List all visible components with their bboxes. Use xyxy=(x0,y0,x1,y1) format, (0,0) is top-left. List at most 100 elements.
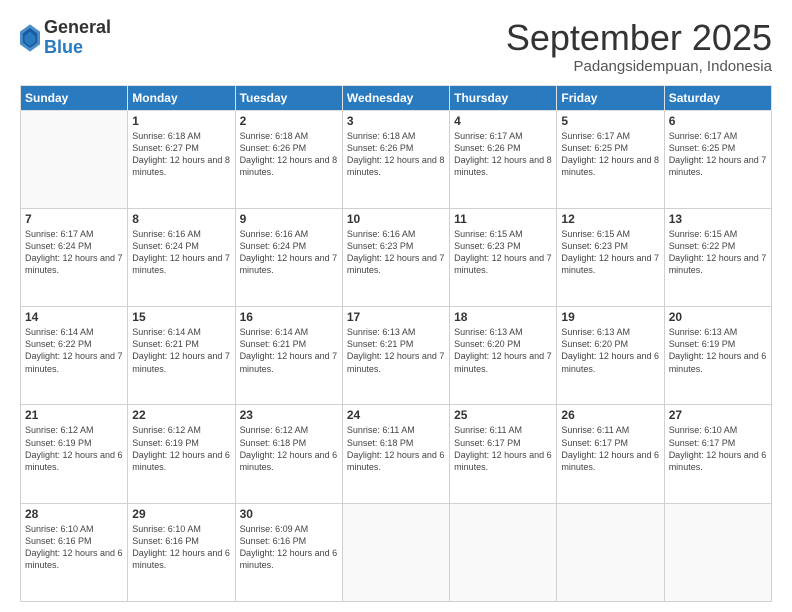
table-row: 29 Sunrise: 6:10 AM Sunset: 6:16 PM Dayli… xyxy=(128,503,235,601)
day-info: Sunrise: 6:18 AM Sunset: 6:26 PM Dayligh… xyxy=(240,130,338,179)
table-row: 1Sunrise: 6:18 AM Sunset: 6:27 PM Daylig… xyxy=(128,110,235,208)
day-number: 17 xyxy=(347,310,445,324)
day-number: 22 xyxy=(132,408,230,422)
day-info: Sunrise: 6:12 AM Sunset: 6:19 PM Dayligh… xyxy=(132,424,230,473)
table-row: 24Sunrise: 6:11 AM Sunset: 6:18 PM Dayli… xyxy=(342,405,449,503)
day-info: Sunrise: 6:14 AM Sunset: 6:22 PM Dayligh… xyxy=(25,326,123,375)
table-row: 22 Sunrise: 6:12 AM Sunset: 6:19 PM Dayli… xyxy=(128,405,235,503)
table-row: 10 Sunrise: 6:16 AM Sunset: 6:23 PM Dayli… xyxy=(342,208,449,306)
table-row: 20Sunrise: 6:13 AM Sunset: 6:19 PM Dayli… xyxy=(664,307,771,405)
day-number: 18 xyxy=(454,310,552,324)
day-number: 7 xyxy=(25,212,123,226)
calendar-week-row: 14 Sunrise: 6:14 AM Sunset: 6:22 PM Dayli… xyxy=(21,307,772,405)
calendar-week-row: 1Sunrise: 6:18 AM Sunset: 6:27 PM Daylig… xyxy=(21,110,772,208)
table-row: 6 Sunrise: 6:17 AM Sunset: 6:25 PM Daylig… xyxy=(664,110,771,208)
table-row xyxy=(664,503,771,601)
day-info: Sunrise: 6:15 AM Sunset: 6:22 PM Dayligh… xyxy=(669,228,767,277)
day-info: Sunrise: 6:15 AM Sunset: 6:23 PM Dayligh… xyxy=(454,228,552,277)
day-number: 5 xyxy=(561,114,659,128)
header-sunday: Sunday xyxy=(21,85,128,110)
day-number: 26 xyxy=(561,408,659,422)
day-number: 14 xyxy=(25,310,123,324)
day-number: 12 xyxy=(561,212,659,226)
table-row: 17Sunrise: 6:13 AM Sunset: 6:21 PM Dayli… xyxy=(342,307,449,405)
day-number: 1 xyxy=(132,114,230,128)
day-info: Sunrise: 6:11 AM Sunset: 6:17 PM Dayligh… xyxy=(561,424,659,473)
table-row: 25Sunrise: 6:11 AM Sunset: 6:17 PM Dayli… xyxy=(450,405,557,503)
table-row: 2 Sunrise: 6:18 AM Sunset: 6:26 PM Daylig… xyxy=(235,110,342,208)
table-row: 28 Sunrise: 6:10 AM Sunset: 6:16 PM Dayli… xyxy=(21,503,128,601)
weekday-header-row: Sunday Monday Tuesday Wednesday Thursday… xyxy=(21,85,772,110)
header-saturday: Saturday xyxy=(664,85,771,110)
table-row: 4Sunrise: 6:17 AM Sunset: 6:26 PM Daylig… xyxy=(450,110,557,208)
table-row: 27Sunrise: 6:10 AM Sunset: 6:17 PM Dayli… xyxy=(664,405,771,503)
logo-general-text: General xyxy=(44,18,111,38)
calendar-week-row: 28 Sunrise: 6:10 AM Sunset: 6:16 PM Dayli… xyxy=(21,503,772,601)
table-row: 9 Sunrise: 6:16 AM Sunset: 6:24 PM Daylig… xyxy=(235,208,342,306)
day-number: 15 xyxy=(132,310,230,324)
day-number: 19 xyxy=(561,310,659,324)
table-row xyxy=(557,503,664,601)
header-monday: Monday xyxy=(128,85,235,110)
table-row: 7 Sunrise: 6:17 AM Sunset: 6:24 PM Daylig… xyxy=(21,208,128,306)
day-number: 9 xyxy=(240,212,338,226)
header-friday: Friday xyxy=(557,85,664,110)
table-row xyxy=(21,110,128,208)
table-row: 26 Sunrise: 6:11 AM Sunset: 6:17 PM Dayli… xyxy=(557,405,664,503)
day-info: Sunrise: 6:17 AM Sunset: 6:25 PM Dayligh… xyxy=(561,130,659,179)
day-number: 24 xyxy=(347,408,445,422)
day-info: Sunrise: 6:16 AM Sunset: 6:24 PM Dayligh… xyxy=(132,228,230,277)
table-row: 14 Sunrise: 6:14 AM Sunset: 6:22 PM Dayli… xyxy=(21,307,128,405)
day-info: Sunrise: 6:12 AM Sunset: 6:18 PM Dayligh… xyxy=(240,424,338,473)
day-number: 13 xyxy=(669,212,767,226)
table-row: 30 Sunrise: 6:09 AM Sunset: 6:16 PM Dayli… xyxy=(235,503,342,601)
table-row xyxy=(342,503,449,601)
calendar-week-row: 7 Sunrise: 6:17 AM Sunset: 6:24 PM Daylig… xyxy=(21,208,772,306)
logo-icon xyxy=(20,24,40,52)
day-info: Sunrise: 6:17 AM Sunset: 6:24 PM Dayligh… xyxy=(25,228,123,277)
calendar-week-row: 21 Sunrise: 6:12 AM Sunset: 6:19 PM Dayli… xyxy=(21,405,772,503)
table-row xyxy=(450,503,557,601)
location-subtitle: Padangsidempuan, Indonesia xyxy=(506,58,772,75)
table-row: 15 Sunrise: 6:14 AM Sunset: 6:21 PM Dayli… xyxy=(128,307,235,405)
day-info: Sunrise: 6:09 AM Sunset: 6:16 PM Dayligh… xyxy=(240,523,338,572)
table-row: 11 Sunrise: 6:15 AM Sunset: 6:23 PM Dayli… xyxy=(450,208,557,306)
table-row: 13 Sunrise: 6:15 AM Sunset: 6:22 PM Dayli… xyxy=(664,208,771,306)
day-number: 29 xyxy=(132,507,230,521)
day-number: 2 xyxy=(240,114,338,128)
header: General Blue September 2025 Padangsidemp… xyxy=(20,18,772,75)
day-info: Sunrise: 6:17 AM Sunset: 6:25 PM Dayligh… xyxy=(669,130,767,179)
table-row: 16 Sunrise: 6:14 AM Sunset: 6:21 PM Dayli… xyxy=(235,307,342,405)
day-info: Sunrise: 6:10 AM Sunset: 6:16 PM Dayligh… xyxy=(132,523,230,572)
table-row: 3Sunrise: 6:18 AM Sunset: 6:26 PM Daylig… xyxy=(342,110,449,208)
day-info: Sunrise: 6:14 AM Sunset: 6:21 PM Dayligh… xyxy=(240,326,338,375)
day-number: 21 xyxy=(25,408,123,422)
day-info: Sunrise: 6:13 AM Sunset: 6:20 PM Dayligh… xyxy=(454,326,552,375)
day-info: Sunrise: 6:16 AM Sunset: 6:23 PM Dayligh… xyxy=(347,228,445,277)
day-number: 28 xyxy=(25,507,123,521)
table-row: 21Sunrise: 6:12 AM Sunset: 6:19 PM Dayli… xyxy=(21,405,128,503)
day-info: Sunrise: 6:11 AM Sunset: 6:17 PM Dayligh… xyxy=(454,424,552,473)
table-row: 5 Sunrise: 6:17 AM Sunset: 6:25 PM Daylig… xyxy=(557,110,664,208)
day-info: Sunrise: 6:14 AM Sunset: 6:21 PM Dayligh… xyxy=(132,326,230,375)
logo-blue-text: Blue xyxy=(44,38,111,58)
month-title: September 2025 xyxy=(506,18,772,58)
header-tuesday: Tuesday xyxy=(235,85,342,110)
day-info: Sunrise: 6:13 AM Sunset: 6:19 PM Dayligh… xyxy=(669,326,767,375)
day-number: 27 xyxy=(669,408,767,422)
calendar-table: Sunday Monday Tuesday Wednesday Thursday… xyxy=(20,85,772,602)
day-number: 16 xyxy=(240,310,338,324)
day-number: 6 xyxy=(669,114,767,128)
day-info: Sunrise: 6:10 AM Sunset: 6:16 PM Dayligh… xyxy=(25,523,123,572)
header-wednesday: Wednesday xyxy=(342,85,449,110)
page: General Blue September 2025 Padangsidemp… xyxy=(0,0,792,612)
day-number: 30 xyxy=(240,507,338,521)
day-number: 8 xyxy=(132,212,230,226)
day-info: Sunrise: 6:16 AM Sunset: 6:24 PM Dayligh… xyxy=(240,228,338,277)
day-number: 11 xyxy=(454,212,552,226)
header-thursday: Thursday xyxy=(450,85,557,110)
day-info: Sunrise: 6:13 AM Sunset: 6:20 PM Dayligh… xyxy=(561,326,659,375)
table-row: 23Sunrise: 6:12 AM Sunset: 6:18 PM Dayli… xyxy=(235,405,342,503)
day-number: 10 xyxy=(347,212,445,226)
table-row: 8 Sunrise: 6:16 AM Sunset: 6:24 PM Daylig… xyxy=(128,208,235,306)
